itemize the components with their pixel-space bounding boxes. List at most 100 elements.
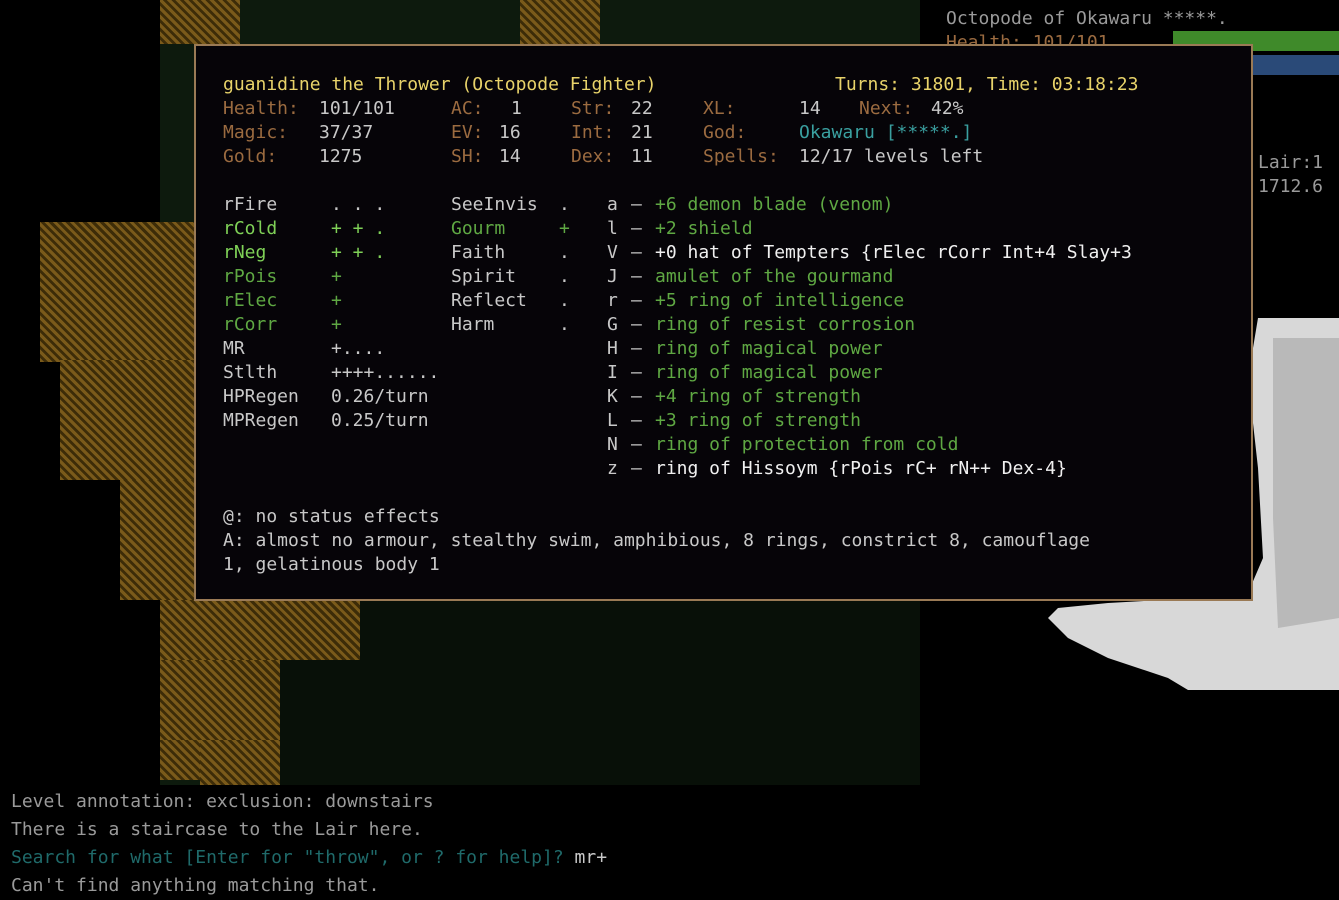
str-label: Str: [571,98,615,119]
abilities-line-2: 1, gelatinous body 1 [223,554,440,575]
equipment-dash: – [631,242,642,263]
equipment-item: +5 ring of intelligence [655,290,905,311]
resist-value: 0.26/turn [331,386,429,407]
dex-label: Dex: [571,146,615,167]
property-value: + [559,218,570,239]
resist-value: + [331,266,342,287]
property-value: . [559,314,570,335]
equipment-slot: r [607,290,618,311]
message-line: There is a staircase to the Lair here. [11,816,423,844]
property-name: Spirit [451,266,517,287]
message-text: Level annotation: exclusion: downstairs [11,791,434,812]
property-name: Gourm [451,218,506,239]
resist-name: rFire [223,194,278,215]
equipment-item: +0 hat of Tempters {rElec rCorr Int+4 Sl… [655,242,1132,263]
xl-value: 14 [799,98,821,119]
health-label: Health: [223,98,299,119]
turns-time: Turns: 31801, Time: 03:18:23 [835,74,1139,95]
property-name: Harm [451,314,495,335]
spells-value: 12/17 levels left [799,146,984,167]
equipment-slot: L [607,410,618,431]
message-line: Level annotation: exclusion: downstairs [11,788,434,816]
resist-name: MPRegen [223,410,299,431]
dex-value: 11 [631,146,653,167]
resist-name: Stlth [223,362,278,383]
property-name: Reflect [451,290,527,311]
int-label: Int: [571,122,615,143]
equipment-item: ring of magical power [655,362,883,383]
equipment-dash: – [631,314,642,335]
resist-value: ++++...... [331,362,440,383]
status-effects: @: no status effects [223,506,440,527]
equipment-slot: H [607,338,618,359]
search-input[interactable]: mr+ [564,847,608,868]
god-value: Okawaru [*****.] [799,122,973,143]
equipment-dash: – [631,434,642,455]
spells-label: Spells: [703,146,779,167]
equipment-item: ring of Hissoym {rPois rC+ rN++ Dex-4} [655,458,1067,479]
message-line: Search for what [Enter for "throw", or ?… [11,844,607,872]
property-value: . [559,194,570,215]
health-value: 101/101 [319,98,395,119]
equipment-item: +4 ring of strength [655,386,861,407]
gold-value: 1275 [319,146,363,167]
equipment-dash: – [631,410,642,431]
abilities-line-1: A: almost no armour, stealthy swim, amph… [223,530,1090,551]
property-name: Faith [451,242,506,263]
resist-value: +.... [331,338,386,359]
resist-name: rPois [223,266,278,287]
equipment-slot: a [607,194,618,215]
resist-value: + [331,314,342,335]
property-name: SeeInvis [451,194,538,215]
sh-value: 14 [499,146,521,167]
resist-name: MR [223,338,245,359]
message-text: Search for what [Enter for "throw", or ?… [11,847,564,868]
equipment-item: +3 ring of strength [655,410,861,431]
equipment-item: amulet of the gourmand [655,266,894,287]
ac-value: 1 [511,98,522,119]
equipment-dash: – [631,194,642,215]
resist-value: + + . [331,242,386,263]
next-value: 42% [931,98,964,119]
character-overview-dialog: guanidine the Thrower (Octopode Fighter)… [194,44,1253,601]
equipment-dash: – [631,458,642,479]
sidebar-title: Octopode of Okawaru *****. [946,8,1228,29]
message-text: There is a staircase to the Lair here. [11,819,423,840]
equipment-slot: N [607,434,618,455]
equipment-item: +6 demon blade (venom) [655,194,894,215]
resist-value: + [331,290,342,311]
property-value: . [559,242,570,263]
equipment-slot: l [607,218,618,239]
equipment-slot: K [607,386,618,407]
equipment-dash: – [631,362,642,383]
equipment-slot: V [607,242,618,263]
god-label: God: [703,122,747,143]
ac-label: AC: [451,98,484,119]
gold-label: Gold: [223,146,278,167]
equipment-dash: – [631,290,642,311]
equipment-slot: I [607,362,618,383]
equipment-item: ring of protection from cold [655,434,959,455]
int-value: 21 [631,122,653,143]
resist-name: rNeg [223,242,267,263]
next-label: Next: [859,98,914,119]
equipment-slot: J [607,266,618,287]
sidebar-time: 1712.6 [1258,176,1324,197]
resist-name: rCold [223,218,278,239]
equipment-dash: – [631,386,642,407]
resist-name: HPRegen [223,386,299,407]
equipment-item: ring of magical power [655,338,883,359]
equipment-dash: – [631,338,642,359]
magic-label: Magic: [223,122,289,143]
sh-label: SH: [451,146,484,167]
equipment-item: +2 shield [655,218,753,239]
message-text: Can't find anything matching that. [11,875,380,896]
ev-value: 16 [499,122,521,143]
character-title: guanidine the Thrower (Octopode Fighter) [223,74,657,95]
str-value: 22 [631,98,653,119]
equipment-slot: G [607,314,618,335]
equipment-dash: – [631,218,642,239]
equipment-slot: z [607,458,618,479]
property-value: . [559,290,570,311]
equipment-item: ring of resist corrosion [655,314,916,335]
